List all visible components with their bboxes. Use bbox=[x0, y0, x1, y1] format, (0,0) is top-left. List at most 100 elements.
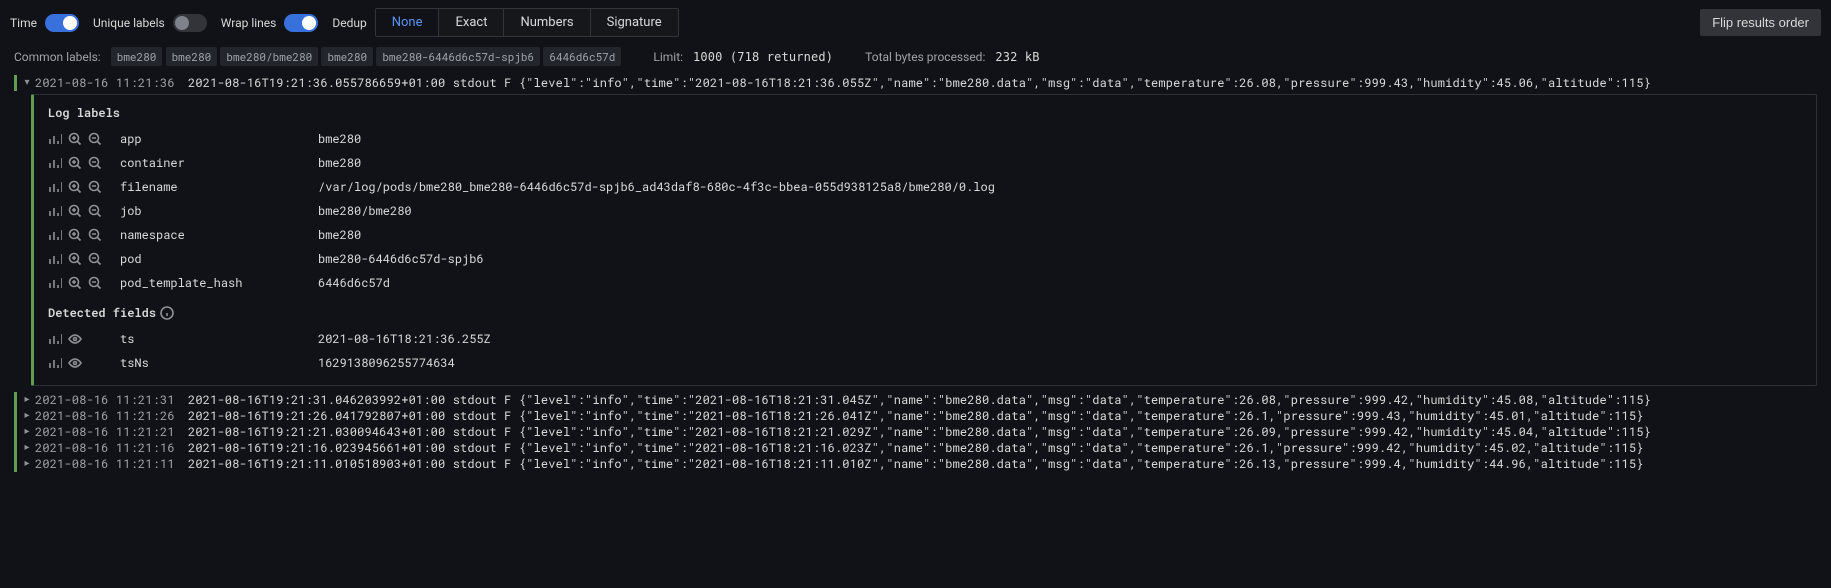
stats-icon[interactable] bbox=[48, 356, 62, 370]
log-timestamp: 2021-08-16 11:21:21 bbox=[35, 424, 175, 440]
log-timestamp: 2021-08-16 11:21:16 bbox=[35, 440, 175, 456]
stats-icon[interactable] bbox=[48, 252, 62, 266]
filter-for-icon[interactable] bbox=[68, 228, 82, 242]
flip-results-button[interactable]: Flip results order bbox=[1700, 9, 1821, 36]
detected-fields-title: Detected fields bbox=[48, 305, 156, 321]
label-row: pod bme280-6446d6c57d-spjb6 bbox=[48, 247, 1802, 271]
common-label-chip[interactable]: bme280-6446d6c57d-spjb6 bbox=[376, 47, 540, 66]
dedup-option-signature[interactable]: Signature bbox=[591, 9, 678, 36]
common-label-chip[interactable]: bme280 bbox=[111, 47, 163, 66]
label-value: bme280 bbox=[318, 131, 361, 147]
common-label-chip[interactable]: bme280 bbox=[166, 47, 218, 66]
expand-icon[interactable]: ▸ bbox=[22, 456, 32, 469]
log-message: 2021-08-16T19:21:16.023945661+01:00 stdo… bbox=[188, 440, 1644, 456]
log-timestamp: 2021-08-16 11:21:31 bbox=[35, 392, 175, 408]
filter-out-icon[interactable] bbox=[88, 228, 102, 242]
log-row[interactable]: ▸2021-08-16 11:21:31 2021-08-16T19:21:31… bbox=[14, 392, 1817, 408]
log-toolbar: Time Unique labels Wrap lines Dedup None… bbox=[0, 0, 1831, 45]
log-row[interactable]: ▸2021-08-16 11:21:11 2021-08-16T19:21:11… bbox=[14, 456, 1817, 472]
log-message: 2021-08-16T19:21:21.030094643+01:00 stdo… bbox=[188, 424, 1651, 440]
common-label-chip[interactable]: bme280/bme280 bbox=[220, 47, 318, 66]
common-labels-title: Common labels: bbox=[14, 50, 101, 64]
label-key: container bbox=[120, 155, 310, 171]
log-timestamp: 2021-08-16 11:21:26 bbox=[35, 408, 175, 424]
label-key: job bbox=[120, 203, 310, 219]
log-level-marker bbox=[14, 424, 17, 440]
label-row: app bme280 bbox=[48, 127, 1802, 151]
filter-for-icon[interactable] bbox=[68, 156, 82, 170]
dedup-option-numbers[interactable]: Numbers bbox=[504, 9, 590, 36]
unique-labels-toggle[interactable] bbox=[173, 14, 207, 32]
label-key: app bbox=[120, 131, 310, 147]
log-message: 2021-08-16T19:21:31.046203992+01:00 stdo… bbox=[188, 392, 1651, 408]
log-level-marker bbox=[14, 75, 17, 91]
label-value: 6446d6c57d bbox=[318, 275, 390, 291]
label-row: pod_template_hash 6446d6c57d bbox=[48, 271, 1802, 295]
log-timestamp: 2021-08-16 11:21:36 bbox=[35, 75, 175, 91]
filter-out-icon[interactable] bbox=[88, 276, 102, 290]
expand-icon[interactable]: ▸ bbox=[22, 440, 32, 453]
filter-out-icon[interactable] bbox=[88, 180, 102, 194]
log-level-marker bbox=[14, 456, 17, 472]
label-row: namespacebme280 bbox=[48, 223, 1802, 247]
stats-icon[interactable] bbox=[48, 276, 62, 290]
label-key: pod_template_hash bbox=[120, 275, 310, 291]
log-message-text: 2021-08-16T19:21:36.055786659+01:00 stdo… bbox=[188, 75, 1651, 91]
detected-field-row: tsNs1629138096255774634 bbox=[48, 351, 1802, 375]
filter-out-icon[interactable] bbox=[88, 132, 102, 146]
log-row[interactable]: ▸2021-08-16 11:21:26 2021-08-16T19:21:26… bbox=[14, 408, 1817, 424]
stats-icon[interactable] bbox=[48, 132, 62, 146]
log-details-panel: Log labels app bme280 container bme280 filen… bbox=[31, 94, 1817, 386]
filter-for-icon[interactable] bbox=[68, 252, 82, 266]
label-key: pod bbox=[120, 251, 310, 267]
label-value: bme280-6446d6c57d-spjb6 bbox=[318, 251, 484, 267]
info-icon[interactable] bbox=[160, 306, 174, 320]
log-list: ▾ 2021-08-16 11:21:36 2021-08-16T19:21:3… bbox=[0, 75, 1831, 482]
log-row[interactable]: ▸2021-08-16 11:21:21 2021-08-16T19:21:21… bbox=[14, 424, 1817, 440]
filter-out-icon[interactable] bbox=[88, 156, 102, 170]
filter-out-icon[interactable] bbox=[88, 204, 102, 218]
label-value: bme280/bme280 bbox=[318, 203, 412, 219]
label-value: /var/log/pods/bme280_bme280-6446d6c57d-s… bbox=[318, 179, 995, 195]
log-message: 2021-08-16T19:21:26.041792807+01:00 stdo… bbox=[188, 408, 1644, 424]
log-row-expanded[interactable]: ▾ 2021-08-16 11:21:36 2021-08-16T19:21:3… bbox=[14, 75, 1817, 91]
dedup-option-exact[interactable]: Exact bbox=[439, 9, 504, 36]
limit-label: Limit: bbox=[653, 50, 683, 64]
label-row: job bme280/bme280 bbox=[48, 199, 1802, 223]
wrap-lines-label: Wrap lines bbox=[221, 16, 277, 30]
dedup-label: Dedup bbox=[332, 16, 366, 30]
time-toggle[interactable] bbox=[45, 14, 79, 32]
filter-out-icon[interactable] bbox=[88, 252, 102, 266]
field-value: 2021-08-16T18:21:36.255Z bbox=[318, 331, 491, 347]
log-labels-title: Log labels bbox=[48, 105, 1802, 121]
show-field-icon[interactable] bbox=[68, 332, 82, 346]
filter-for-icon[interactable] bbox=[68, 132, 82, 146]
stats-icon[interactable] bbox=[48, 204, 62, 218]
stats-icon[interactable] bbox=[48, 332, 62, 346]
stats-icon[interactable] bbox=[48, 180, 62, 194]
filter-for-icon[interactable] bbox=[68, 180, 82, 194]
expand-icon[interactable]: ▸ bbox=[22, 408, 32, 421]
common-label-chip[interactable]: bme280 bbox=[321, 47, 373, 66]
stats-icon[interactable] bbox=[48, 156, 62, 170]
field-key: ts bbox=[120, 331, 310, 347]
log-message: 2021-08-16T19:21:11.010518903+01:00 stdo… bbox=[188, 456, 1644, 472]
log-row[interactable]: ▸2021-08-16 11:21:16 2021-08-16T19:21:16… bbox=[14, 440, 1817, 456]
expand-icon[interactable]: ▸ bbox=[22, 424, 32, 437]
label-key: namespace bbox=[120, 227, 310, 243]
show-field-icon[interactable] bbox=[68, 356, 82, 370]
unique-labels-label: Unique labels bbox=[93, 16, 165, 30]
label-key: filename bbox=[120, 179, 310, 195]
bytes-value: 232 kB bbox=[995, 50, 1039, 64]
filter-for-icon[interactable] bbox=[68, 276, 82, 290]
log-level-marker bbox=[14, 408, 17, 424]
stats-icon[interactable] bbox=[48, 228, 62, 242]
expand-icon[interactable]: ▸ bbox=[22, 392, 32, 405]
dedup-button-group: NoneExactNumbersSignature bbox=[375, 8, 679, 37]
label-value: bme280 bbox=[318, 155, 361, 171]
filter-for-icon[interactable] bbox=[68, 204, 82, 218]
dedup-option-none[interactable]: None bbox=[376, 9, 440, 36]
wrap-lines-toggle[interactable] bbox=[284, 14, 318, 32]
collapse-icon[interactable]: ▾ bbox=[22, 75, 32, 88]
common-label-chip[interactable]: 6446d6c57d bbox=[543, 47, 621, 66]
